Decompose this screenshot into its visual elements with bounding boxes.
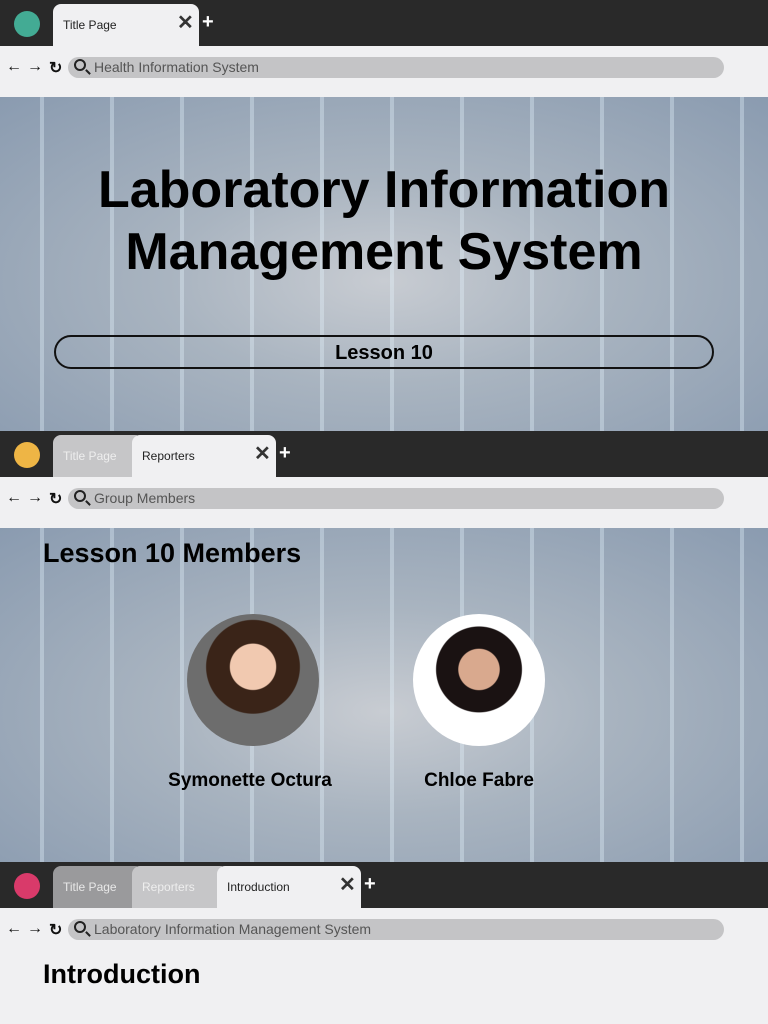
tab-label: Reporters xyxy=(142,880,195,894)
tab-bar: Title Page ✕ + xyxy=(0,0,768,46)
reload-icon[interactable]: ↻ xyxy=(49,58,62,78)
title-line-1: Laboratory Information xyxy=(97,161,671,219)
window-dot xyxy=(14,442,40,468)
lesson-badge: Lesson 10 xyxy=(54,335,714,369)
slide-members: Title Page Reporters ✕ + ← → ↻ Group Mem… xyxy=(0,431,768,862)
search-icon xyxy=(74,490,86,502)
address-bar: ← → ↻ Group Members xyxy=(0,477,768,528)
slide-content: Laboratory Information Management System … xyxy=(0,97,768,431)
url-text: Laboratory Information Management System xyxy=(94,921,372,937)
close-icon[interactable]: ✕ xyxy=(339,872,356,897)
window-dot xyxy=(14,873,40,899)
new-tab-icon[interactable]: + xyxy=(364,873,376,896)
tab-label: Title Page xyxy=(63,880,117,894)
window-dot xyxy=(14,11,40,37)
back-icon[interactable]: ← xyxy=(6,489,22,507)
address-bar: ← → ↻ Health Information System xyxy=(0,46,768,97)
tab-bar: Title Page Reporters ✕ + xyxy=(0,431,768,477)
search-icon xyxy=(74,921,86,933)
new-tab-icon[interactable]: + xyxy=(279,442,291,465)
member-name: Chloe Fabre xyxy=(424,770,534,791)
reload-icon[interactable]: ↻ xyxy=(49,489,62,509)
tab-title-page[interactable]: Title Page xyxy=(53,435,143,477)
slide-title: Title Page ✕ + ← → ↻ Health Information … xyxy=(0,0,768,431)
section-heading: Introduction xyxy=(43,959,201,989)
forward-icon[interactable]: → xyxy=(27,489,43,507)
back-icon[interactable]: ← xyxy=(6,58,22,76)
close-icon[interactable]: ✕ xyxy=(254,441,271,466)
tab-title-page[interactable]: Title Page xyxy=(53,866,143,908)
tab-label: Title Page xyxy=(63,449,117,463)
back-icon[interactable]: ← xyxy=(6,920,22,938)
tab-label: Introduction xyxy=(227,880,290,894)
forward-icon[interactable]: → xyxy=(27,920,43,938)
close-icon[interactable]: ✕ xyxy=(177,10,194,35)
avatar-symonette xyxy=(187,614,319,746)
address-bar: ← → ↻ Laboratory Information Management … xyxy=(0,908,768,959)
avatar-chloe xyxy=(413,614,545,746)
tab-bar: Title Page Reporters Introduction ✕ + xyxy=(0,862,768,908)
new-tab-icon[interactable]: + xyxy=(202,11,214,34)
reload-icon[interactable]: ↻ xyxy=(49,920,62,940)
url-text: Health Information System xyxy=(94,59,259,75)
tab-reporters[interactable]: Reporters xyxy=(132,866,228,908)
url-text: Group Members xyxy=(94,490,196,506)
search-icon xyxy=(74,59,86,71)
forward-icon[interactable]: → xyxy=(27,58,43,76)
url-input[interactable]: Group Members xyxy=(68,488,724,509)
slide-introduction: Title Page Reporters Introduction ✕ + ← … xyxy=(0,862,768,1024)
title-line-2: Management System xyxy=(125,223,643,281)
page-title: Laboratory Information Management System xyxy=(0,159,768,283)
tab-label: Reporters xyxy=(142,449,195,463)
slide-content: Lesson 10 Members Symonette Octura Chloe… xyxy=(0,528,768,862)
member-name: Symonette Octura xyxy=(168,770,332,791)
url-input[interactable]: Health Information System xyxy=(68,57,724,78)
url-input[interactable]: Laboratory Information Management System xyxy=(68,919,724,940)
section-heading: Lesson 10 Members xyxy=(43,538,302,568)
tab-label: Title Page xyxy=(63,18,117,32)
